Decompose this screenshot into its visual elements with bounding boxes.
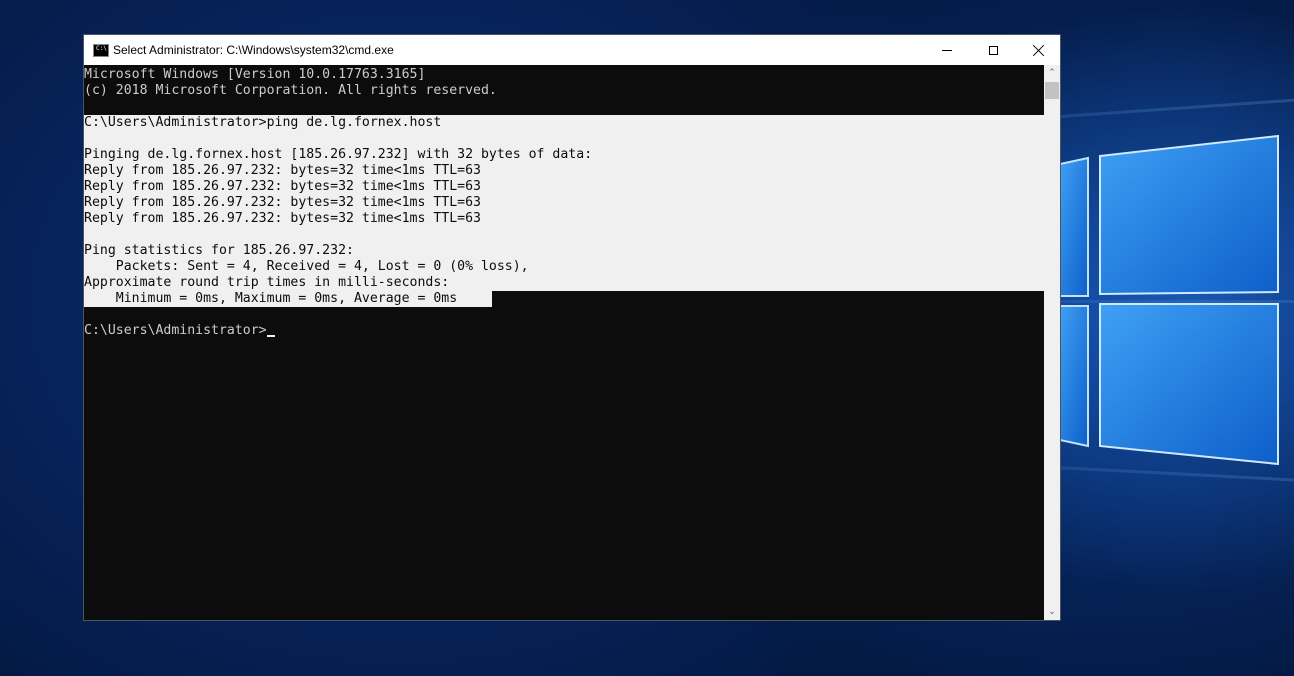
chevron-up-icon: ⌃: [1048, 68, 1056, 78]
console-line-selected: Approximate round trip times in milli-se…: [84, 275, 1044, 291]
cmd-window[interactable]: C:\ Select Administrator: C:\Windows\sys…: [83, 34, 1061, 621]
console-line-selected: [84, 131, 1044, 147]
console-output[interactable]: Microsoft Windows [Version 10.0.17763.31…: [84, 65, 1044, 620]
chevron-down-icon: ⌄: [1048, 607, 1056, 617]
cmd-icon-label: C:\: [96, 45, 107, 52]
minimize-icon: [942, 49, 952, 51]
close-icon: [1033, 44, 1045, 56]
console-line: (c) 2018 Microsoft Corporation. All righ…: [84, 83, 497, 98]
console-line-selected: Reply from 185.26.97.232: bytes=32 time<…: [84, 211, 1044, 227]
console-line-selected: Reply from 185.26.97.232: bytes=32 time<…: [84, 163, 1044, 179]
close-button[interactable]: [1016, 35, 1062, 65]
maximize-button[interactable]: [970, 35, 1016, 65]
console-prompt-line[interactable]: C:\Users\Administrator>: [84, 323, 275, 339]
console-line-selected: Pinging de.lg.fornex.host [185.26.97.232…: [84, 147, 1044, 163]
vertical-scrollbar[interactable]: ⌃ ⌄: [1044, 65, 1060, 620]
console-prompt: C:\Users\Administrator>: [84, 323, 267, 338]
console-line-selected: [84, 227, 1044, 243]
console-line-selected: Reply from 185.26.97.232: bytes=32 time<…: [84, 195, 1044, 211]
minimize-button[interactable]: [924, 35, 970, 65]
windows-logo-icon: [1060, 128, 1294, 476]
console-line-selected: C:\Users\Administrator>ping de.lg.fornex…: [84, 115, 1044, 131]
window-title: Select Administrator: C:\Windows\system3…: [113, 43, 394, 57]
scroll-down-button[interactable]: ⌄: [1044, 604, 1060, 620]
title-bar[interactable]: C:\ Select Administrator: C:\Windows\sys…: [84, 35, 1060, 65]
console-line-selected: Minimum = 0ms, Maximum = 0ms, Average = …: [84, 291, 492, 307]
maximize-icon: [988, 45, 998, 55]
cmd-icon[interactable]: C:\: [93, 44, 109, 57]
console-line-selected: Reply from 185.26.97.232: bytes=32 time<…: [84, 179, 1044, 195]
text-cursor: [266, 335, 275, 337]
scroll-up-button[interactable]: ⌃: [1044, 65, 1060, 81]
console-line: Microsoft Windows [Version 10.0.17763.31…: [84, 67, 426, 82]
console-line-selected: Packets: Sent = 4, Received = 4, Lost = …: [84, 259, 1044, 275]
console-line-selected: Ping statistics for 185.26.97.232:: [84, 243, 1044, 259]
scroll-thumb[interactable]: [1045, 82, 1059, 99]
